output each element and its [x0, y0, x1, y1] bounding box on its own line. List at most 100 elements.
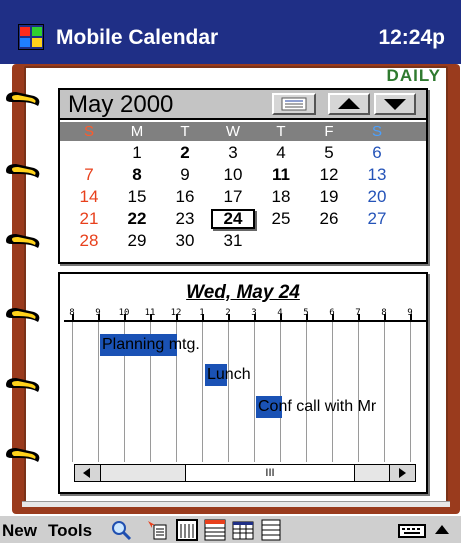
hour-gridline — [306, 322, 307, 462]
hour-tick — [176, 314, 178, 322]
next-month-button[interactable] — [374, 93, 416, 115]
binder-ring-icon — [6, 308, 40, 322]
calendar-day[interactable]: 24 — [210, 210, 256, 228]
calendar-day[interactable]: 10 — [210, 166, 256, 184]
keyboard-icon[interactable] — [398, 519, 426, 541]
new-menu[interactable]: New — [2, 521, 37, 541]
prev-month-button[interactable] — [328, 93, 370, 115]
hour-gridline — [384, 322, 385, 462]
binder-ring-icon — [6, 378, 40, 392]
calendar-day[interactable]: 6 — [354, 144, 400, 162]
scroll-thumb[interactable]: III — [185, 465, 355, 481]
hour-tick — [72, 314, 74, 322]
month-header: May 2000 — [60, 90, 426, 120]
hour-tick — [332, 314, 334, 322]
month-calendar: May 2000 SMTWTFS 1 2 3 4 5 6 7 8 9 10 11 12 13 14 15 16… — [58, 88, 428, 264]
day-view-icon[interactable] — [176, 519, 198, 541]
search-icon[interactable] — [110, 519, 132, 541]
windows-flag-icon[interactable] — [18, 24, 44, 50]
calendar-day[interactable]: 12 — [306, 166, 352, 184]
calendar-day[interactable]: 23 — [162, 210, 208, 228]
calendar-day[interactable]: 18 — [258, 188, 304, 206]
calendar-day[interactable]: 26 — [306, 210, 352, 228]
calendar-day[interactable]: 13 — [354, 166, 400, 184]
hour-tick — [124, 314, 126, 322]
event-planning[interactable]: Planning mtg. — [100, 334, 200, 356]
agenda-view-icon[interactable] — [260, 519, 282, 541]
hour-gridline — [202, 322, 203, 462]
weekday-header: SMTWTFS — [60, 122, 426, 141]
calendar-day[interactable]: 4 — [258, 144, 304, 162]
hour-tick — [410, 314, 412, 322]
calendar-day[interactable]: 16 — [162, 188, 208, 206]
month-view-button[interactable] — [272, 93, 316, 115]
calendar-day[interactable]: 2 — [162, 144, 208, 162]
hour-gridline — [254, 322, 255, 462]
weekday-label: F — [324, 123, 334, 140]
calendar-day[interactable]: 31 — [210, 232, 256, 250]
calendar-day[interactable]: 28 — [66, 232, 112, 250]
hour-gridline — [228, 322, 229, 462]
calendar-day[interactable]: 27 — [354, 210, 400, 228]
calendar-day[interactable]: 17 — [210, 188, 256, 206]
triangle-left-icon — [83, 468, 90, 478]
hour-gridline — [358, 322, 359, 462]
calendar-day[interactable]: 19 — [306, 188, 352, 206]
event-label: Conf call with Mr — [258, 398, 377, 415]
weekday-label: S — [83, 123, 94, 140]
list-icon — [281, 97, 307, 111]
hour-tick — [228, 314, 230, 322]
month-title[interactable]: May 2000 — [68, 92, 173, 118]
horizontal-scrollbar[interactable]: III — [74, 464, 416, 482]
binder-ring-icon — [6, 234, 40, 248]
weekday-label: T — [276, 123, 286, 140]
calendar-day[interactable]: 9 — [162, 166, 208, 184]
calendar-day[interactable]: 1 — [114, 144, 160, 162]
triangle-right-icon — [399, 468, 406, 478]
hour-tick — [150, 314, 152, 322]
triangle-up-icon — [338, 98, 360, 109]
hour-gridline — [280, 322, 281, 462]
calendar-day[interactable]: 11 — [258, 166, 304, 184]
day-title: Wed, May 24 — [186, 282, 300, 303]
hour-gridline — [72, 322, 73, 462]
calendar-day[interactable]: 21 — [66, 210, 112, 228]
calendar-day[interactable]: 25 — [258, 210, 304, 228]
clock[interactable]: 12:24p — [378, 26, 445, 50]
weekday-label: S — [371, 123, 382, 140]
goto-today-icon[interactable] — [146, 519, 168, 541]
event-conf-call[interactable]: Conf call with Mr — [256, 396, 376, 418]
tools-menu[interactable]: Tools — [48, 521, 92, 541]
event-label: Lunch — [207, 366, 251, 383]
hour-tick — [254, 314, 256, 322]
scroll-right-button[interactable] — [389, 465, 415, 481]
binder-ring-icon — [6, 164, 40, 178]
up-arrow-icon[interactable] — [432, 519, 452, 541]
calendar-day[interactable]: 3 — [210, 144, 256, 162]
month-view-icon[interactable] — [232, 519, 254, 541]
calendar-day[interactable]: 5 — [306, 144, 352, 162]
weekday-label: T — [180, 123, 190, 140]
calendar-day[interactable]: 8 — [114, 166, 160, 184]
calendar-day[interactable]: 22 — [114, 210, 160, 228]
triangle-down-icon — [384, 99, 406, 110]
view-label: DAILY — [386, 66, 441, 85]
scroll-left-button[interactable] — [75, 465, 101, 481]
calendar-day[interactable]: 29 — [114, 232, 160, 250]
hour-tick — [384, 314, 386, 322]
calendar-day[interactable]: 7 — [66, 166, 112, 184]
weekday-label: W — [225, 123, 241, 140]
calendar-day[interactable]: 20 — [354, 188, 400, 206]
event-lunch[interactable]: Lunch — [205, 364, 251, 386]
calendar-day[interactable]: 30 — [162, 232, 208, 250]
hour-ruler: 8 9 10 11 12 1 2 3 4 5 6 7 8 9 — [60, 308, 426, 320]
hour-tick — [280, 314, 282, 322]
calendar-day[interactable]: 14 — [66, 188, 112, 206]
week-view-icon[interactable] — [204, 519, 226, 541]
hour-tick — [98, 314, 100, 322]
hour-gridline — [332, 322, 333, 462]
binder-ring-icon — [6, 448, 40, 462]
hour-tick — [306, 314, 308, 322]
command-bar: New Tools — [0, 514, 461, 543]
calendar-day[interactable]: 15 — [114, 188, 160, 206]
